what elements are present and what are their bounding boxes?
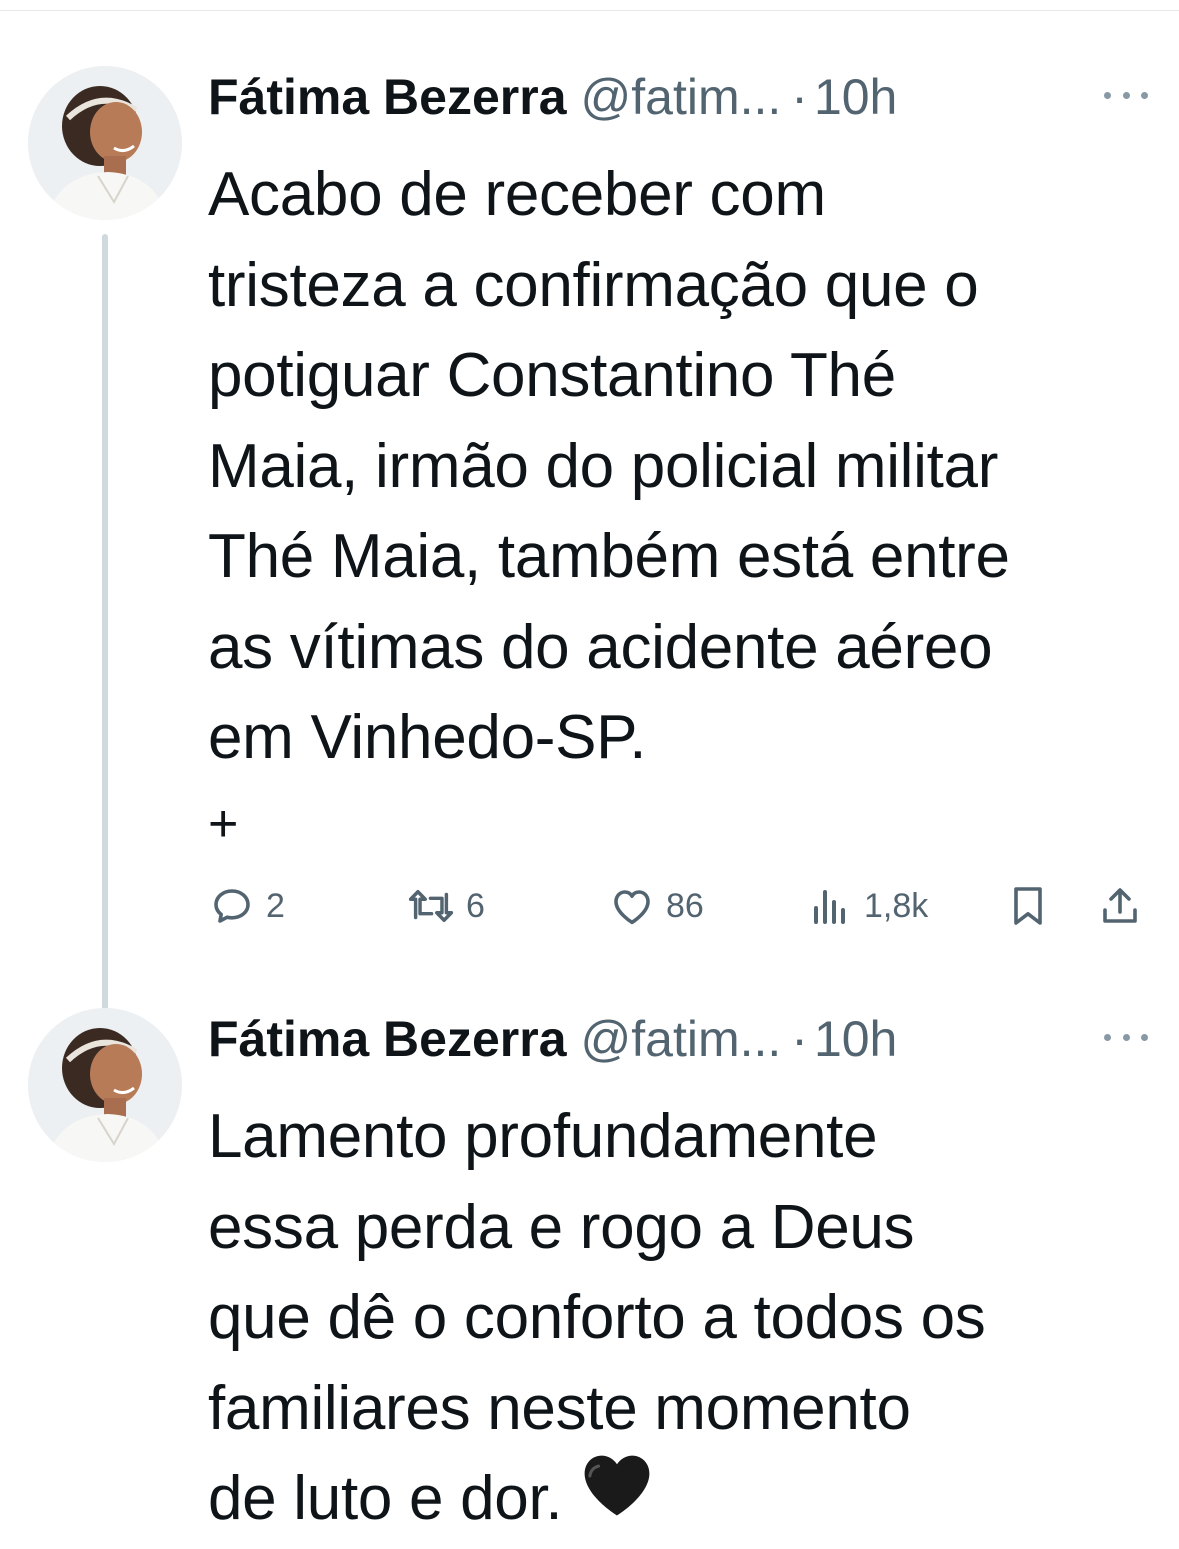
tweet-actions: 2 6 86 1,8k: [208, 878, 1158, 934]
tweet-text: Lamento profundamente essa perda e rogo …: [208, 1092, 1158, 1549]
share-icon: [1103, 888, 1137, 923]
reply-icon: [214, 889, 250, 923]
author-name[interactable]: Fátima Bezerra: [208, 1008, 567, 1070]
retweet-count: 6: [466, 886, 485, 925]
bookmark-button[interactable]: [1004, 878, 1052, 934]
like-button[interactable]: 86: [608, 878, 704, 934]
reply-button[interactable]: 2: [208, 878, 285, 934]
thread-line: [102, 234, 108, 1064]
bookmark-icon: [1014, 887, 1042, 925]
timestamp[interactable]: 10h: [814, 66, 897, 128]
top-divider: [0, 10, 1179, 11]
avatar[interactable]: [28, 1008, 182, 1162]
share-button[interactable]: [1096, 878, 1144, 934]
timestamp[interactable]: 10h: [814, 1008, 897, 1070]
retweet-button[interactable]: 6: [406, 878, 485, 934]
tweet-header: Fátima Bezerra @fatim... · 10h: [208, 66, 1158, 128]
author-name[interactable]: Fátima Bezerra: [208, 66, 567, 128]
views-icon: [814, 890, 845, 924]
avatar-image: [28, 66, 182, 220]
black-heart-icon: [580, 1450, 654, 1544]
more-icon[interactable]: [1104, 80, 1148, 110]
retweet-icon: [408, 890, 454, 922]
separator-dot: ·: [791, 1011, 808, 1067]
tweet-content: Fátima Bezerra @fatim... · 10h Acabo de …: [208, 66, 1158, 925]
avatar-image: [28, 1008, 182, 1162]
views-count: 1,8k: [864, 886, 929, 925]
views-button[interactable]: 1,8k: [806, 878, 928, 934]
tweet-header: Fátima Bezerra @fatim... · 10h: [208, 1008, 1158, 1070]
tweet-text: Acabo de receber com tristeza a confirma…: [208, 160, 1010, 772]
like-count: 86: [666, 886, 704, 925]
author-handle[interactable]: @fatim...: [581, 66, 782, 128]
thread-continuation: +: [208, 794, 239, 853]
avatar[interactable]: [28, 66, 182, 220]
tweet-content: Fátima Bezerra @fatim... · 10h Lamento p…: [208, 1008, 1158, 1549]
like-icon: [614, 890, 650, 925]
more-icon[interactable]: [1104, 1022, 1148, 1052]
separator-dot: ·: [791, 69, 808, 125]
reply-count: 2: [266, 886, 285, 925]
author-handle[interactable]: @fatim...: [581, 1008, 782, 1070]
